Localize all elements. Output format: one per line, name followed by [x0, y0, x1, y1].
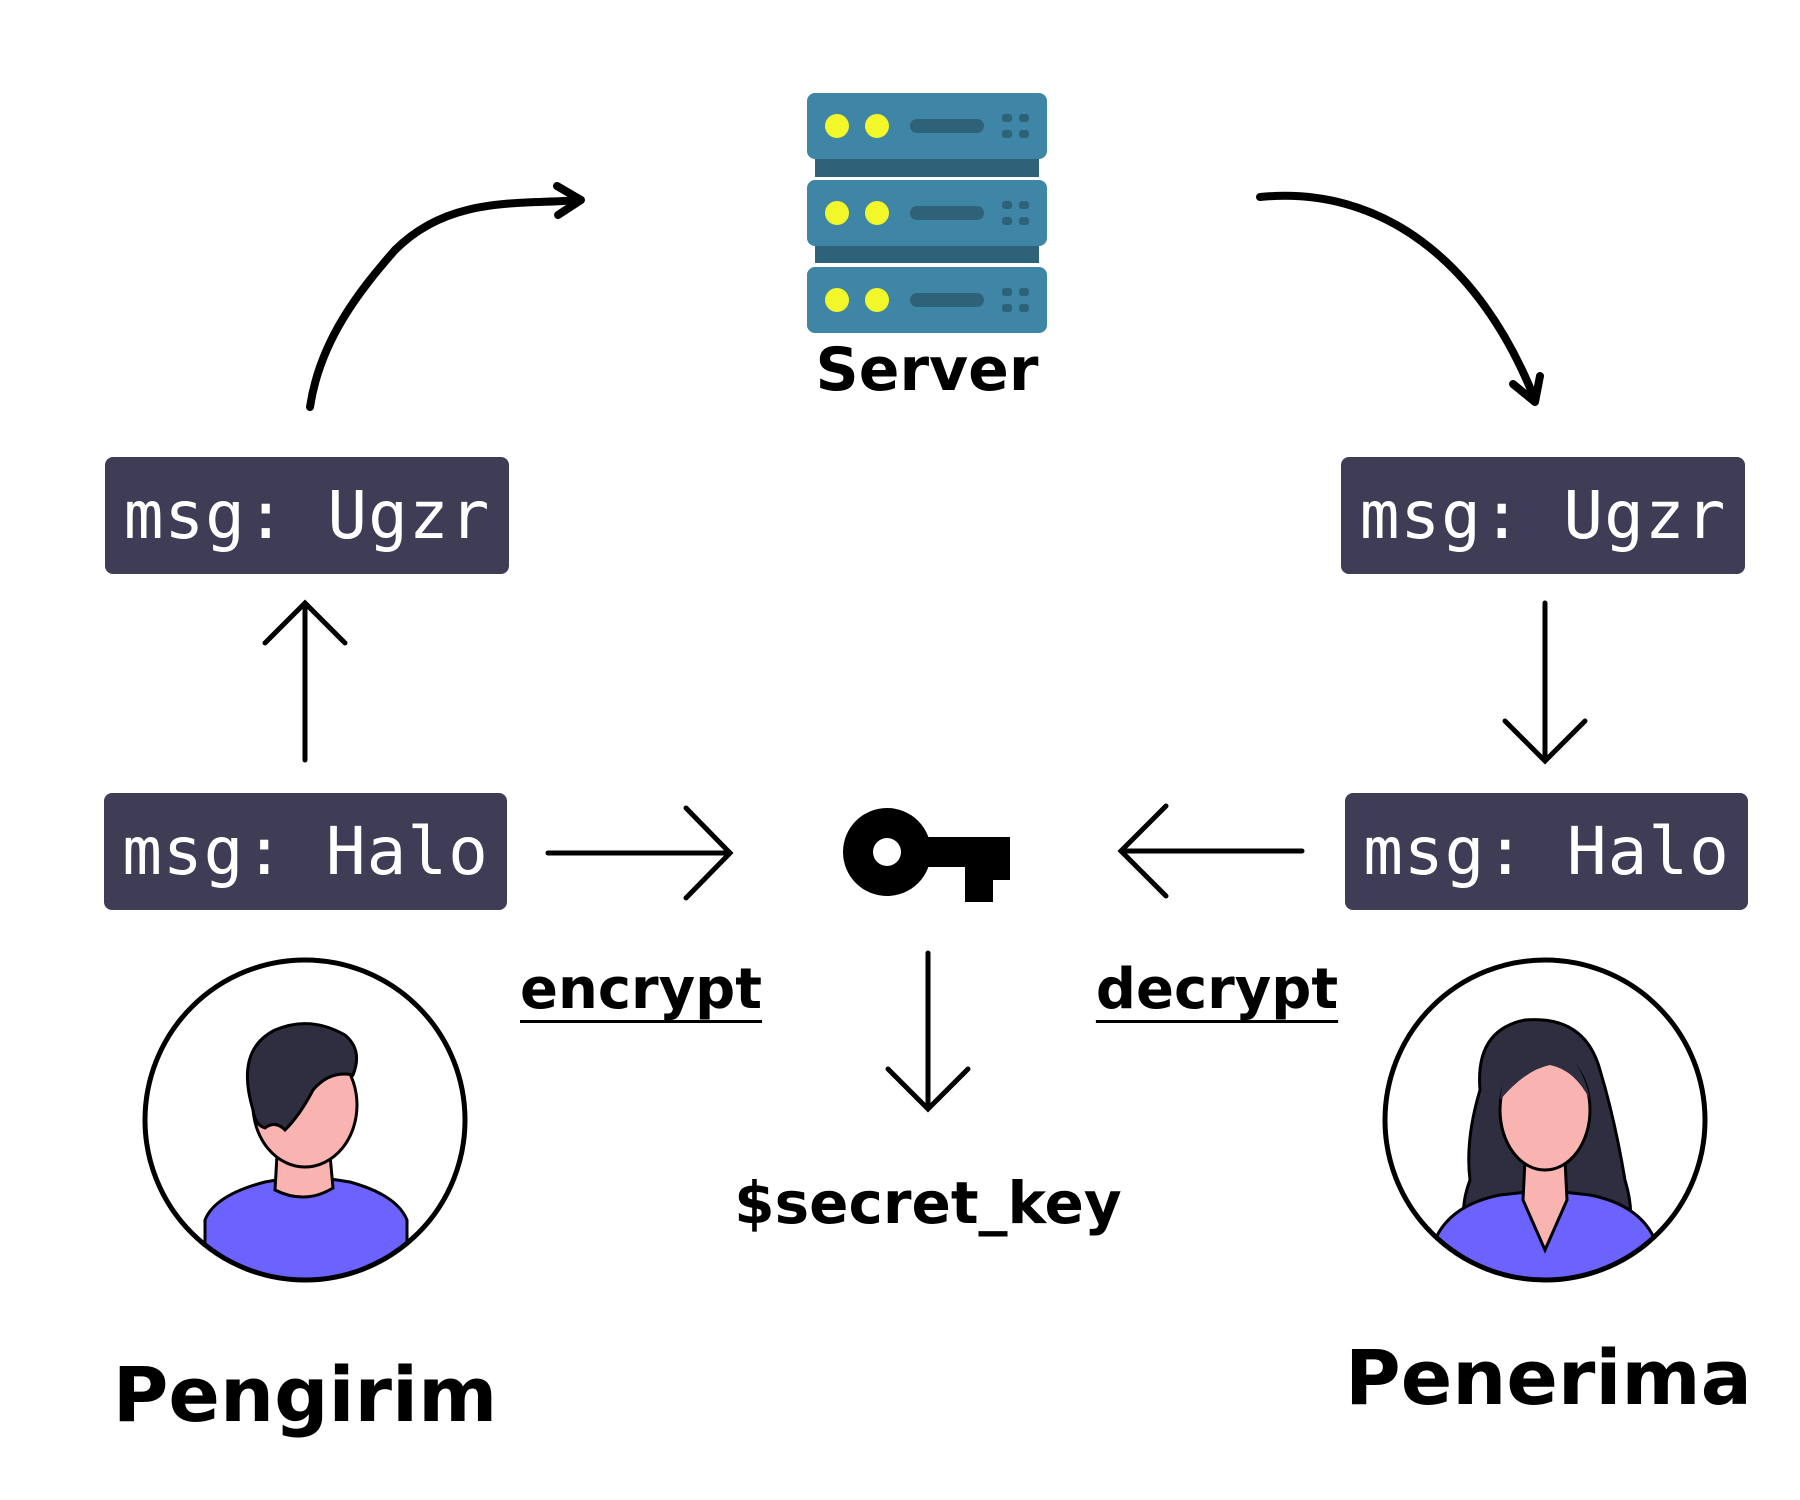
- sender-cipher-msg: msg: Ugzr: [105, 457, 509, 574]
- server-rack-icon: [807, 93, 1047, 333]
- receiver-name: Penerima: [1345, 1333, 1752, 1422]
- encrypt-label: encrypt: [519, 957, 763, 1022]
- down-arrow-key: [885, 950, 971, 1113]
- female-user-avatar-icon: [1382, 957, 1708, 1283]
- decrypt-arrow: [1117, 803, 1305, 899]
- encryption-flow-diagram: Server msg: Ugzr msg: Ugzr msg: Halo msg…: [0, 0, 1800, 1500]
- decrypt-label: decrypt: [1095, 957, 1339, 1022]
- male-user-avatar-icon: [142, 957, 468, 1283]
- curved-arrow-from-server: [1256, 191, 1544, 406]
- server-label: Server: [815, 335, 1039, 405]
- key-icon: [843, 808, 1010, 902]
- receiver-plain-msg: msg: Halo: [1345, 793, 1748, 910]
- secret-key-label: $secret_key: [734, 1169, 1122, 1237]
- down-arrow-receiver: [1502, 600, 1588, 765]
- sender-plain-msg: msg: Halo: [104, 793, 507, 910]
- encrypt-arrow: [545, 805, 734, 901]
- receiver-cipher-msg: msg: Ugzr: [1341, 457, 1745, 574]
- sender-name: Pengirim: [112, 1350, 498, 1439]
- curved-arrow-to-server: [306, 182, 585, 411]
- up-arrow-sender: [262, 599, 348, 763]
